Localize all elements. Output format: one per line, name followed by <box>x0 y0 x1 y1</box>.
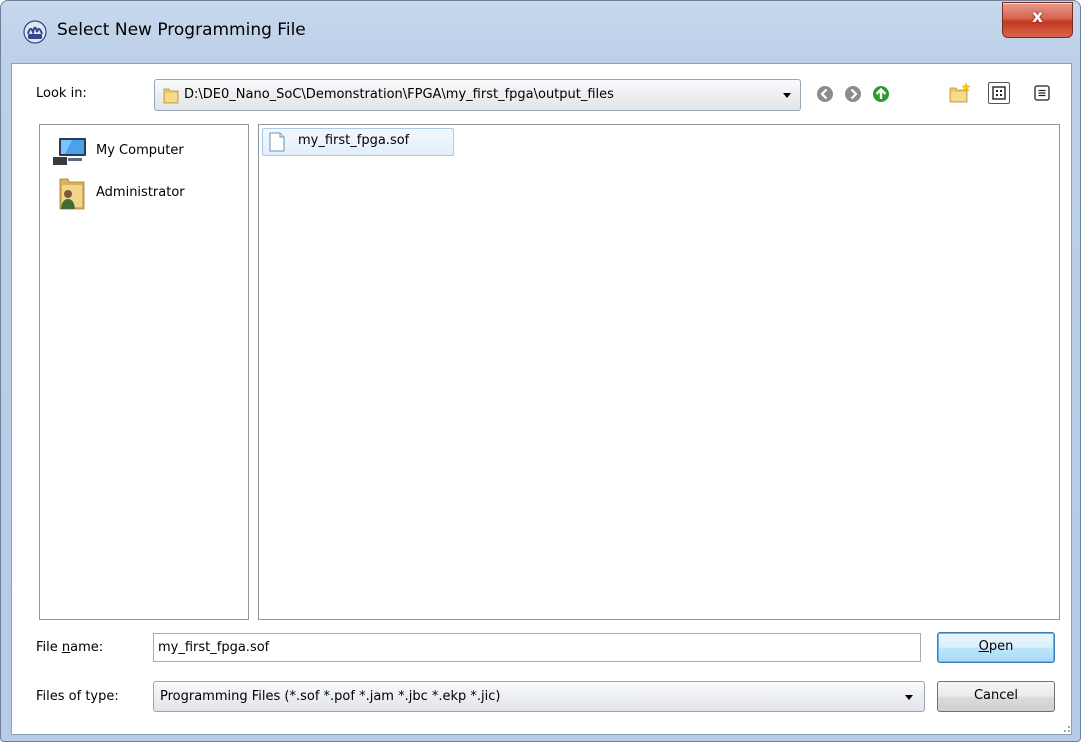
file-name-label: File name: <box>36 640 104 655</box>
computer-icon <box>53 138 86 165</box>
current-path: D:\DE0_Nano_SoC\Demonstration\FPGA\my_fi… <box>184 87 614 102</box>
list-view-icon[interactable] <box>988 82 1010 104</box>
open-button[interactable]: Open <box>937 632 1055 663</box>
close-icon: x <box>1032 7 1043 27</box>
look-in-combobox[interactable]: D:\DE0_Nano_SoC\Demonstration\FPGA\my_fi… <box>154 79 801 111</box>
sidebar-item-label: My Computer <box>96 143 184 158</box>
close-button[interactable]: x <box>1002 2 1073 38</box>
file-icon <box>269 132 285 152</box>
chevron-down-icon[interactable] <box>783 93 791 98</box>
file-name: my_first_fpga.sof <box>298 133 410 148</box>
sidebar-item-my-computer[interactable]: My Computer <box>48 133 238 169</box>
up-folder-icon[interactable] <box>871 84 891 104</box>
list-item-file[interactable]: my_first_fpga.sof <box>262 128 454 156</box>
user-folder-icon <box>59 178 85 210</box>
file-name-input[interactable] <box>158 638 908 656</box>
sidebar-item-administrator[interactable]: Administrator <box>48 175 238 211</box>
look-in-label: Look in: <box>36 86 87 101</box>
places-sidebar: My Computer Administrator <box>39 124 249 620</box>
sidebar-item-label: Administrator <box>96 185 185 200</box>
cancel-button[interactable]: Cancel <box>937 681 1055 712</box>
back-icon[interactable] <box>815 84 835 104</box>
folder-icon <box>163 88 179 104</box>
resize-grip-icon[interactable] <box>1060 722 1072 734</box>
detail-view-icon[interactable] <box>1031 82 1053 104</box>
quartus-app-icon <box>23 20 47 44</box>
title-bar[interactable]: Select New Programming File x <box>1 1 1080 63</box>
files-of-type-combobox[interactable]: Programming Files (*.sof *.pof *.jam *.j… <box>153 681 925 712</box>
file-name-field[interactable] <box>153 633 921 662</box>
window-title: Select New Programming File <box>57 20 306 40</box>
new-folder-icon[interactable] <box>949 82 971 104</box>
chevron-down-icon[interactable] <box>905 695 913 700</box>
files-of-type-label: Files of type: <box>36 689 119 704</box>
files-of-type-value: Programming Files (*.sof *.pof *.jam *.j… <box>160 689 501 704</box>
forward-icon[interactable] <box>843 84 863 104</box>
file-list[interactable]: my_first_fpga.sof <box>258 124 1060 620</box>
